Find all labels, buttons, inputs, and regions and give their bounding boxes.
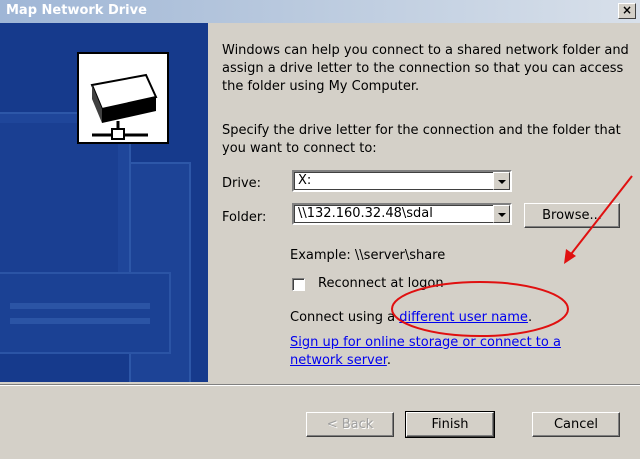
folder-value: \\132.160.32.48\sdal [298,206,433,221]
dropdown-arrow-icon[interactable] [493,172,510,190]
network-computer-illustration [0,23,208,382]
connect-using-suffix: . [527,310,533,325]
drive-select[interactable]: X: [292,170,512,192]
signup-link[interactable]: Sign up for online storage or connect to… [290,335,561,368]
connect-using-line: Connect using a different user name. [290,310,532,325]
instruction-text: Specify the drive letter for the connect… [222,123,621,156]
window-title: Map Network Drive [6,3,147,18]
side-illustration-panel [0,23,208,382]
signup-line: Sign up for online storage or connect to… [290,334,590,370]
connect-using-prefix: Connect using a [290,310,400,325]
separator-highlight [0,385,640,386]
browse-button[interactable]: Browse... [524,203,620,228]
folder-combo[interactable]: \\132.160.32.48\sdal [292,203,512,225]
example-text: Example: \\server\share [290,248,446,263]
title-bar: Map Network Drive × [0,0,640,23]
close-icon: × [621,3,633,17]
finish-button[interactable]: Finish [405,411,495,438]
back-button[interactable]: < Back [306,412,394,437]
intro-text: Windows can help you connect to a shared… [222,43,629,94]
close-button[interactable]: × [618,3,636,19]
cancel-button[interactable]: Cancel [532,412,620,437]
drive-value: X: [298,173,312,188]
reconnect-label[interactable]: Reconnect at logon [318,276,444,291]
dropdown-arrow-icon[interactable] [493,205,510,223]
drive-label: Drive: [222,176,262,191]
folder-label: Folder: [222,210,267,225]
reconnect-checkbox[interactable] [292,278,305,291]
network-drive-icon [77,52,169,144]
different-user-name-link[interactable]: different user name [399,310,528,325]
signup-suffix: . [386,353,392,368]
